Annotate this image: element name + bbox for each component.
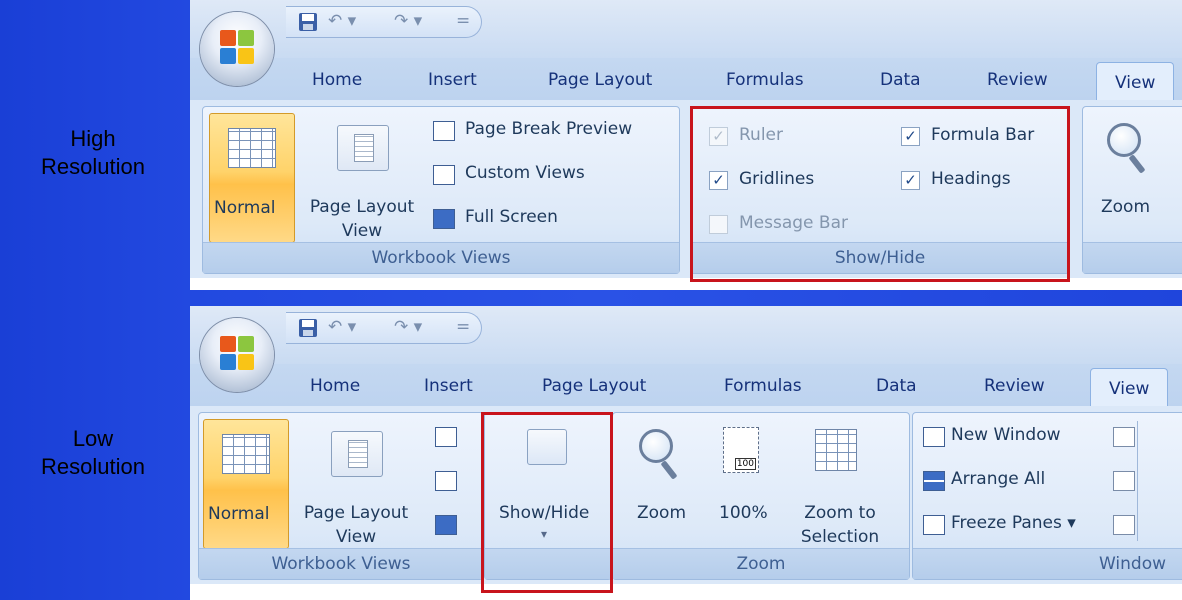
custom-views-icon bbox=[433, 165, 455, 185]
tab-insert[interactable]: Insert bbox=[424, 376, 473, 396]
office-logo-icon bbox=[220, 336, 254, 370]
new-window-button[interactable]: New Window bbox=[951, 425, 1061, 445]
office-button[interactable] bbox=[200, 12, 274, 86]
zoom-100-label: 100% bbox=[719, 503, 768, 523]
quick-access-toolbar: ↶ ▾ ↷ ▾ = bbox=[286, 312, 482, 344]
zoom-to-selection-button[interactable]: Zoom to Selection bbox=[785, 419, 895, 547]
page-break-preview-icon bbox=[433, 121, 455, 141]
tab-insert[interactable]: Insert bbox=[428, 70, 477, 90]
zoom-100-icon: 100 bbox=[723, 427, 759, 473]
undo-icon[interactable]: ↶ ▾ bbox=[328, 317, 356, 337]
split-icon[interactable] bbox=[1113, 427, 1135, 447]
zoom-100-icon-text: 100 bbox=[734, 458, 756, 470]
tab-view[interactable]: View bbox=[1090, 368, 1169, 409]
full-screen-button[interactable]: Full Screen bbox=[465, 207, 558, 227]
normal-view-button[interactable]: Normal bbox=[203, 419, 289, 549]
tab-home[interactable]: Home bbox=[310, 376, 360, 396]
high-resolution-label: High Resolution bbox=[0, 125, 186, 181]
quick-access-toolbar: ↶ ▾ ↷ ▾ = bbox=[286, 6, 482, 38]
unhide-window-icon[interactable] bbox=[1113, 515, 1135, 535]
tab-page-layout[interactable]: Page Layout bbox=[542, 376, 646, 396]
page-layout-icon bbox=[337, 125, 389, 171]
page-layout-label-1: Page Layout bbox=[303, 503, 409, 523]
office-logo-icon bbox=[220, 30, 254, 64]
show-hide-highlight-box bbox=[690, 106, 1070, 282]
page-layout-label-2: View bbox=[341, 221, 383, 241]
page-layout-icon bbox=[331, 431, 383, 477]
redo-icon[interactable]: ↷ ▾ bbox=[394, 11, 422, 31]
normal-view-button[interactable]: Normal bbox=[209, 113, 295, 243]
tab-view[interactable]: View bbox=[1096, 62, 1175, 103]
zoom-100-button[interactable]: 100 100% bbox=[705, 419, 779, 547]
zoom-label: Zoom bbox=[1101, 197, 1151, 217]
tab-formulas[interactable]: Formulas bbox=[726, 70, 804, 90]
zoom-to-selection-label-1: Zoom to bbox=[804, 503, 876, 523]
normal-view-icon bbox=[222, 434, 270, 474]
page-break-preview-icon[interactable] bbox=[435, 427, 457, 447]
normal-view-label: Normal bbox=[214, 198, 276, 218]
freeze-panes-icon bbox=[923, 515, 945, 535]
low-label-line1: Low bbox=[72, 426, 114, 451]
show-hide-highlight-box bbox=[481, 412, 613, 593]
zoom-magnifier-icon bbox=[639, 429, 673, 463]
workbook-views-group-label: Workbook Views bbox=[203, 242, 679, 273]
zoom-button[interactable]: Zoom bbox=[1087, 113, 1167, 241]
zoom-to-selection-icon bbox=[815, 429, 857, 471]
freeze-panes-button[interactable]: Freeze Panes ▾ bbox=[951, 513, 1076, 533]
high-label-line2: Resolution bbox=[41, 154, 145, 179]
custom-views-icon[interactable] bbox=[435, 471, 457, 491]
workbook-views-group: Normal Page Layout View Workbook Views bbox=[198, 412, 484, 580]
zoom-group-label: Zoom bbox=[613, 548, 909, 579]
custom-views-button[interactable]: Custom Views bbox=[465, 163, 585, 183]
customize-qat-icon[interactable]: = bbox=[456, 317, 470, 337]
tab-data[interactable]: Data bbox=[876, 376, 917, 396]
save-icon[interactable] bbox=[298, 318, 318, 338]
tab-data[interactable]: Data bbox=[880, 70, 921, 90]
office-button[interactable] bbox=[200, 318, 274, 392]
arrange-all-button[interactable]: Arrange All bbox=[951, 469, 1045, 489]
low-res-excel-window: ↶ ▾ ↷ ▾ = Home Insert Page Layout Formul… bbox=[190, 306, 1182, 600]
zoom-group: Zoom bbox=[1082, 106, 1182, 274]
page-layout-label-1: Page Layout bbox=[309, 197, 415, 217]
zoom-label: Zoom bbox=[637, 503, 687, 523]
customize-qat-icon[interactable]: = bbox=[456, 11, 470, 31]
zoom-button[interactable]: Zoom bbox=[617, 419, 697, 547]
page-break-preview-button[interactable]: Page Break Preview bbox=[465, 119, 632, 139]
low-label-line2: Resolution bbox=[41, 454, 145, 479]
window-group-label-text: Window bbox=[1099, 554, 1167, 574]
full-screen-icon[interactable] bbox=[435, 515, 457, 535]
page-layout-label-2: View bbox=[335, 527, 377, 547]
normal-view-icon bbox=[228, 128, 276, 168]
redo-icon[interactable]: ↷ ▾ bbox=[394, 317, 422, 337]
workbook-views-group-label: Workbook Views bbox=[199, 548, 483, 579]
window-group: New Window Arrange All Freeze Panes ▾ Wi… bbox=[912, 412, 1182, 580]
page-layout-view-button[interactable]: Page Layout View bbox=[299, 113, 425, 241]
tab-review[interactable]: Review bbox=[984, 376, 1045, 396]
save-icon[interactable] bbox=[298, 12, 318, 32]
page-layout-view-button[interactable]: Page Layout View bbox=[293, 419, 419, 547]
zoom-to-selection-label-2: Selection bbox=[800, 527, 880, 547]
low-resolution-label: Low Resolution bbox=[0, 425, 186, 481]
zoom-group: Zoom 100 100% Zoom to Selection Zoom bbox=[612, 412, 910, 580]
full-screen-icon bbox=[433, 209, 455, 229]
hide-window-icon[interactable] bbox=[1113, 471, 1135, 491]
window-group-label: Window bbox=[913, 548, 1182, 579]
arrange-all-icon bbox=[923, 471, 945, 491]
tab-review[interactable]: Review bbox=[987, 70, 1048, 90]
tab-formulas[interactable]: Formulas bbox=[724, 376, 802, 396]
workbook-views-group: Normal Page Layout View Page Break Previ… bbox=[202, 106, 680, 274]
tab-page-layout[interactable]: Page Layout bbox=[548, 70, 652, 90]
high-res-excel-window: ↶ ▾ ↷ ▾ = Home Insert Page Layout Formul… bbox=[190, 0, 1182, 290]
new-window-icon bbox=[923, 427, 945, 447]
zoom-group-label bbox=[1083, 242, 1182, 273]
zoom-magnifier-icon bbox=[1107, 123, 1141, 157]
tab-home[interactable]: Home bbox=[312, 70, 362, 90]
window-group-separator bbox=[1137, 421, 1138, 541]
high-label-line1: High bbox=[70, 126, 116, 151]
undo-icon[interactable]: ↶ ▾ bbox=[328, 11, 356, 31]
normal-view-label: Normal bbox=[208, 504, 270, 524]
